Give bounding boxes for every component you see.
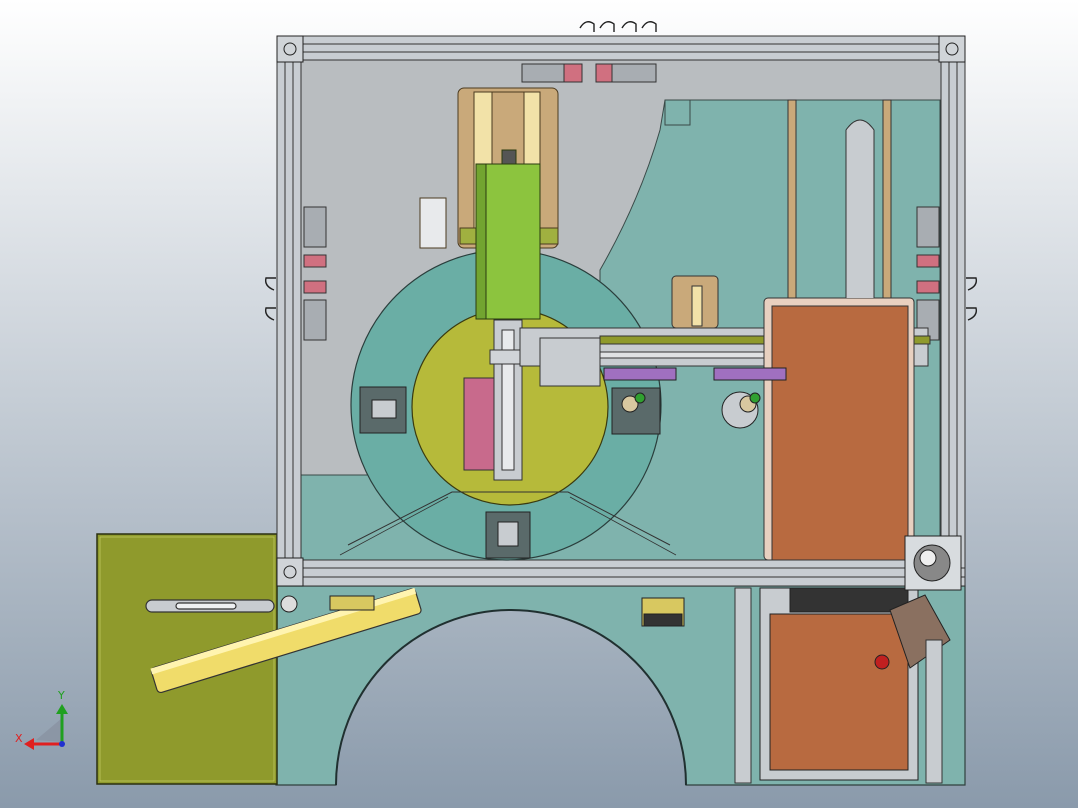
y-axis-label: Y [58, 689, 65, 702]
x-axis-label: X [15, 732, 23, 745]
green-actuator [475, 149, 541, 320]
cad-viewport[interactable]: Y X [0, 0, 1078, 808]
